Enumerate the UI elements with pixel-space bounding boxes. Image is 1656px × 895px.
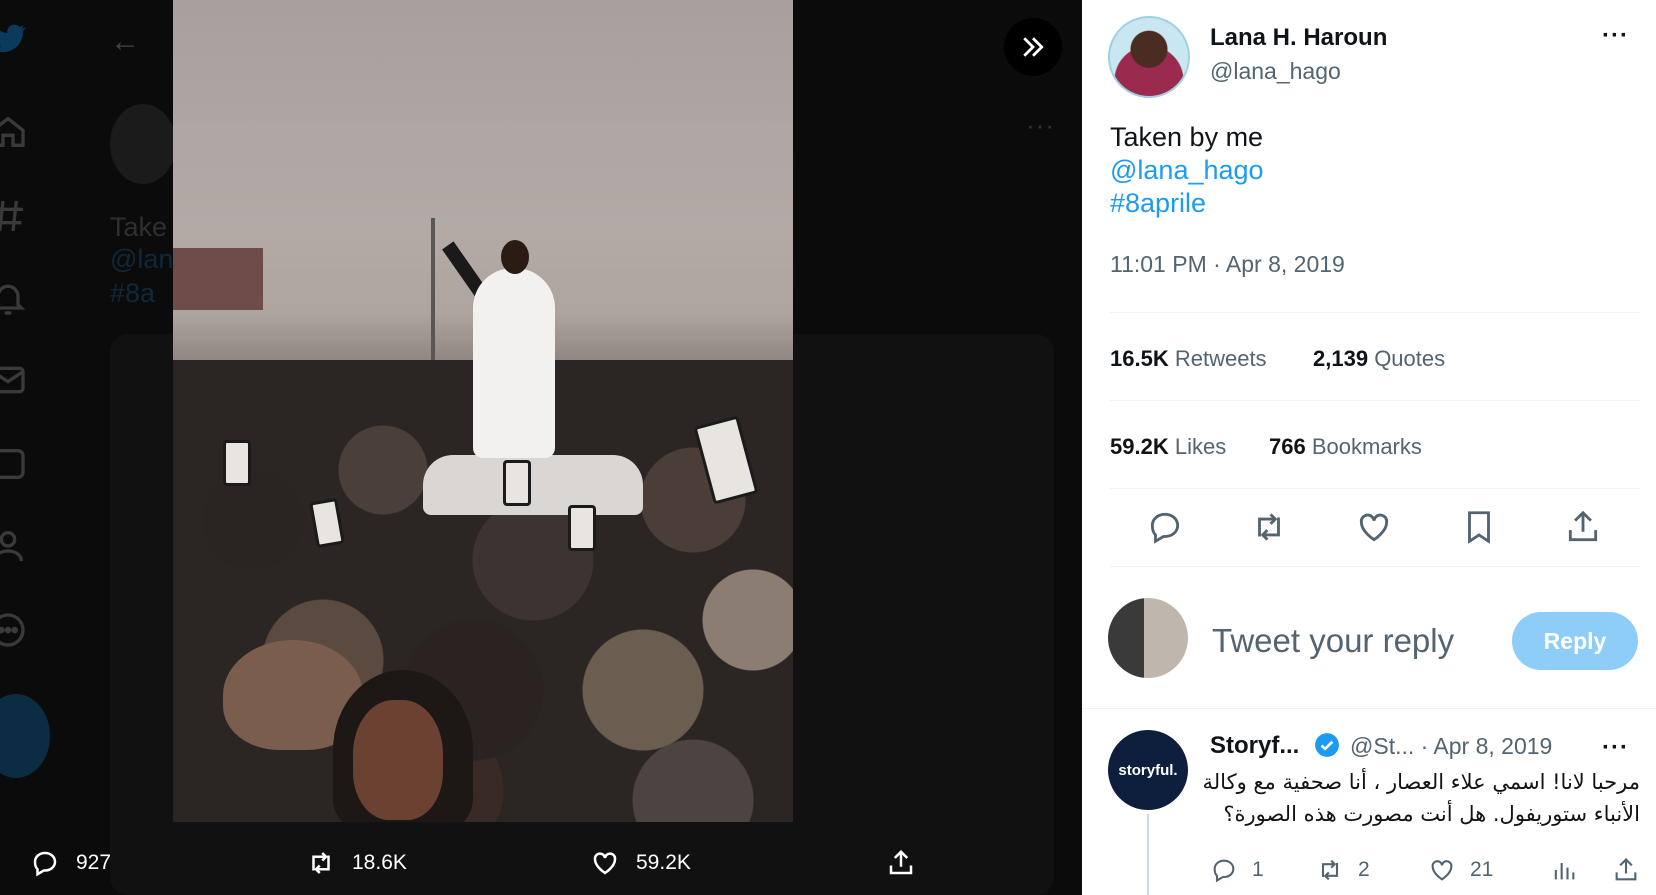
tweet-timestamp[interactable]: 11:01 PM · Apr 8, 2019 — [1110, 251, 1345, 278]
more-options-icon[interactable]: ··· — [1602, 22, 1629, 50]
media-viewer: ← Take @lan #8a ··· 927 18.6K 59.2K — [0, 0, 1082, 895]
twitter-blue-icon — [0, 444, 28, 484]
reply-handle-date[interactable]: @St... · Apr 8, 2019 — [1350, 733, 1552, 760]
photo-car — [423, 455, 643, 515]
media-reply-count: 927 — [76, 851, 112, 874]
reply-reply-button[interactable]: 1 — [1210, 856, 1264, 884]
photo-phone — [223, 440, 251, 486]
background-avatar — [110, 104, 176, 184]
background-text-line2: @lan — [110, 244, 174, 274]
tweet-hashtag-link[interactable]: #8aprile — [1110, 188, 1206, 219]
bookmarks-stat[interactable]: 766 Bookmarks — [1269, 434, 1422, 460]
reply-retweet-count: 2 — [1358, 858, 1370, 881]
retweets-label: Retweets — [1174, 346, 1267, 371]
more-circle-icon — [0, 610, 28, 650]
reply-text-line: الأنباء ستوريفول. هل أنت مصورت هذه الصور… — [1223, 802, 1640, 826]
bookmarks-label: Bookmarks — [1311, 434, 1422, 459]
verified-badge-icon — [1314, 732, 1340, 758]
background-text-line1: Take — [110, 212, 168, 242]
reply-like-button[interactable]: 21 — [1428, 856, 1493, 884]
divider — [1110, 566, 1640, 567]
divider — [1110, 488, 1640, 489]
reply-reply-count: 1 — [1252, 858, 1264, 881]
author-name[interactable]: Lana H. Haroun — [1210, 24, 1387, 52]
current-user-avatar[interactable] — [1108, 598, 1188, 678]
messages-envelope-icon — [0, 360, 28, 400]
likes-stat[interactable]: 59.2K Likes — [1110, 434, 1226, 460]
reply-retweet-button[interactable]: 2 — [1316, 856, 1370, 884]
back-arrow-icon: ← — [110, 25, 140, 58]
media-reply-button[interactable]: 927 — [30, 846, 111, 880]
reply-more-options-icon[interactable]: ··· — [1602, 734, 1629, 762]
background-text-line3: #8a — [110, 278, 156, 308]
twitter-logo-icon — [0, 18, 28, 58]
author-handle[interactable]: @lana_hago — [1210, 58, 1341, 85]
share-icon[interactable] — [1564, 508, 1602, 546]
divider — [1082, 708, 1656, 709]
reply-share-icon[interactable] — [1612, 856, 1640, 884]
bookmarks-count: 766 — [1269, 434, 1306, 459]
photo-billboard — [173, 248, 263, 310]
thread-line — [1147, 814, 1149, 895]
quotes-label: Quotes — [1374, 346, 1446, 371]
retweet-icon[interactable] — [1250, 508, 1288, 546]
reply-text-line: مرحبا لانا! اسمي علاء العصار ، أنا صحفية… — [1202, 770, 1640, 794]
media-share-button[interactable] — [886, 846, 916, 880]
storyful-avatar[interactable]: storyful. — [1108, 730, 1188, 810]
photo-pole — [431, 218, 435, 368]
photo-woman-in-white — [473, 268, 555, 458]
tweet-text-line: Taken by me — [1110, 122, 1264, 152]
tweet-mention-link[interactable]: @lana_hago — [1110, 155, 1264, 186]
reply-button[interactable]: Reply — [1512, 612, 1638, 670]
photo-phone — [503, 460, 531, 506]
home-icon — [0, 112, 28, 152]
reply-like-count: 21 — [1470, 858, 1494, 881]
divider — [1110, 400, 1640, 401]
notifications-bell-icon — [0, 278, 28, 318]
likes-count: 59.2K — [1110, 434, 1169, 459]
media-like-count: 59.2K — [636, 851, 691, 874]
author-avatar[interactable] — [1108, 16, 1190, 98]
reply-input[interactable] — [1212, 622, 1502, 660]
media-like-button[interactable]: 59.2K — [590, 846, 691, 880]
quotes-count: 2,139 — [1313, 346, 1369, 371]
retweets-count: 16.5K — [1110, 346, 1169, 371]
tweet-detail-panel: Lana H. Haroun @lana_hago ··· Taken by m… — [1082, 0, 1656, 895]
collapse-panel-button[interactable] — [1004, 18, 1062, 76]
photo-phone — [568, 505, 596, 551]
photo-woman-head — [501, 240, 529, 274]
likes-label: Likes — [1174, 434, 1227, 459]
divider — [1110, 312, 1640, 313]
quotes-stat[interactable]: 2,139 Quotes — [1313, 346, 1445, 372]
like-heart-icon[interactable] — [1355, 508, 1393, 546]
reply-icon[interactable] — [1146, 508, 1184, 546]
profile-icon — [0, 526, 28, 566]
reply-views-icon[interactable] — [1550, 856, 1578, 884]
media-retweet-button[interactable]: 18.6K — [306, 846, 407, 880]
retweets-stat[interactable]: 16.5K Retweets — [1110, 346, 1267, 372]
media-retweet-count: 18.6K — [352, 851, 407, 874]
photo-face — [353, 700, 443, 820]
bookmark-icon[interactable] — [1460, 508, 1498, 546]
tweet-photo[interactable] — [173, 0, 793, 822]
background-more-icon: ··· — [1026, 110, 1055, 140]
explore-hashtag-icon — [0, 196, 28, 236]
reply-author-name[interactable]: Storyf... — [1210, 732, 1299, 760]
